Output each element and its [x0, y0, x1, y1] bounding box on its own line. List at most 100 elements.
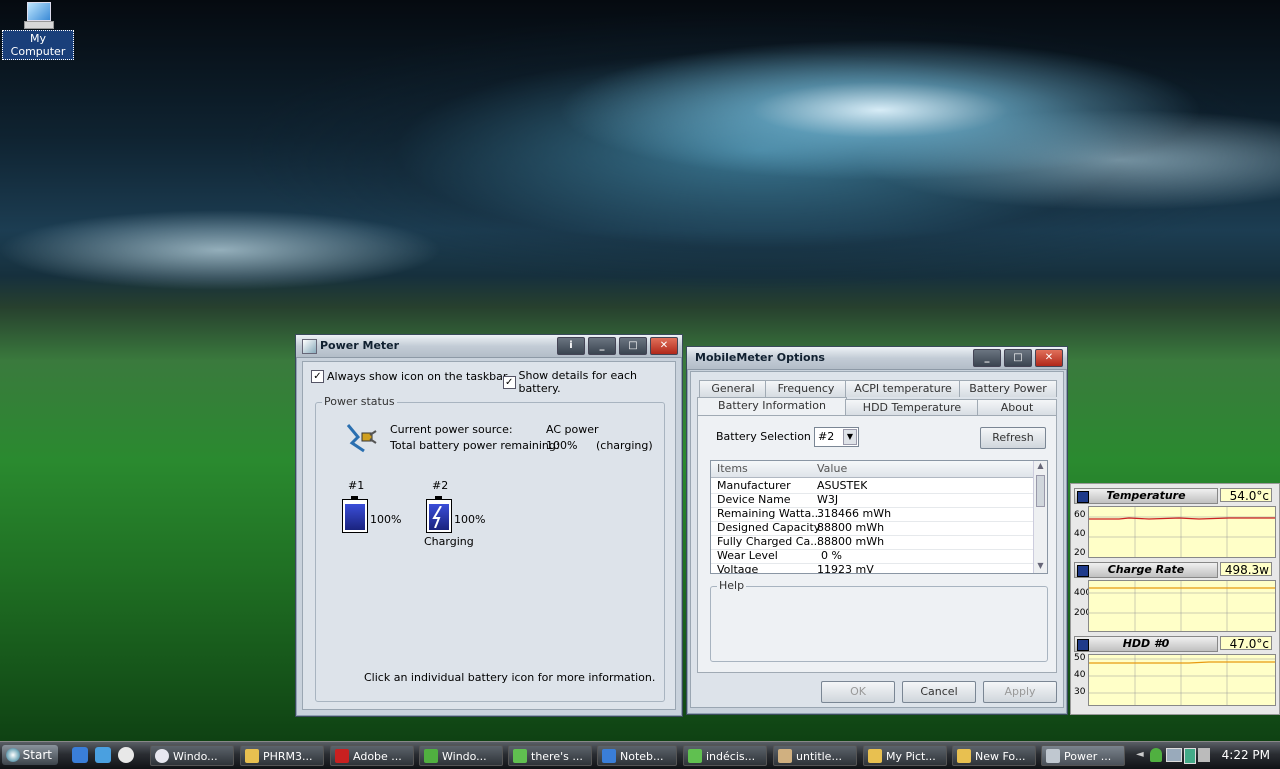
maximize-button[interactable]: □: [1004, 349, 1032, 367]
current-source-label: Current power source:: [390, 423, 513, 436]
help-group: Help: [710, 579, 1048, 662]
temperature-graph: [1088, 506, 1276, 558]
start-label: Start: [22, 748, 52, 762]
clock[interactable]: 4:22 PM: [1222, 748, 1270, 762]
battery-selection-dropdown[interactable]: #2 ▼: [814, 427, 859, 447]
folder-icon: [957, 749, 971, 763]
taskbar-button-new-folder[interactable]: New Fo...: [952, 745, 1036, 766]
my-computer-desktop-icon[interactable]: My Computer: [2, 2, 74, 60]
tab-general[interactable]: General: [699, 380, 767, 397]
tab-acpi-temperature[interactable]: ACPI temperature: [845, 380, 961, 397]
checkbox-check-icon: ✓: [503, 375, 516, 389]
tab-about[interactable]: About: [977, 399, 1057, 416]
show-details-checkbox[interactable]: ✓ Show details for each battery.: [503, 369, 675, 395]
axis-tick: 30: [1074, 687, 1086, 697]
row-value: 88800 mWh: [817, 535, 885, 548]
ok-button[interactable]: OK: [821, 681, 895, 703]
task-label: Noteb...: [620, 750, 664, 763]
section-name: HDD #0: [1122, 637, 1170, 650]
taskbar-button-my-pictures[interactable]: My Pict...: [863, 745, 947, 766]
computer-icon: [23, 2, 54, 29]
apply-button[interactable]: Apply: [983, 681, 1057, 703]
row-item: Designed Capacity: [717, 521, 821, 534]
battery-tray-icon[interactable]: [1184, 748, 1196, 764]
task-label: Adobe ...: [353, 750, 402, 763]
refresh-button[interactable]: Refresh: [980, 427, 1046, 449]
temperature-label: Temperature: [1074, 488, 1218, 504]
tray-expand-icon[interactable]: ◄: [1136, 749, 1144, 760]
scroll-up-icon[interactable]: ▲: [1034, 461, 1047, 473]
row-value: W3J: [817, 493, 839, 506]
table-row[interactable]: Manufacturer ASUSTEK: [711, 479, 1033, 494]
maximize-button[interactable]: □: [619, 337, 647, 355]
cancel-button[interactable]: Cancel: [902, 681, 976, 703]
taskbar-button-indecis[interactable]: indécis...: [683, 745, 767, 766]
network-icon[interactable]: [1150, 748, 1162, 762]
charge-rate-graph: [1088, 580, 1276, 632]
table-row[interactable]: Remaining Watta... 318466 mWh: [711, 507, 1033, 522]
ie-quicklaunch-icon[interactable]: [72, 747, 88, 763]
task-label: indécis...: [706, 750, 756, 763]
table-row[interactable]: Device Name W3J: [711, 493, 1033, 508]
scroll-thumb[interactable]: [1036, 475, 1045, 507]
taskbar-button-windows-live[interactable]: Windo...: [419, 745, 503, 766]
start-button[interactable]: Start: [2, 745, 58, 765]
show-desktop-icon[interactable]: [95, 747, 111, 763]
temperature-icon: [1077, 491, 1089, 503]
tab-battery-information[interactable]: Battery Information: [697, 397, 847, 416]
media-icon: [155, 749, 169, 763]
column-header-items[interactable]: Items: [717, 462, 748, 475]
taskbar-button-windows-media[interactable]: Windo...: [150, 745, 234, 766]
table-row[interactable]: Voltage 11923 mV: [711, 563, 1033, 574]
media-player-icon[interactable]: [118, 747, 134, 763]
chevron-down-icon: ▼: [843, 429, 857, 445]
footer-hint: Click an individual battery icon for mor…: [364, 671, 656, 684]
display-icon[interactable]: [1166, 748, 1182, 762]
hdd-graph: [1088, 654, 1276, 706]
minimize-button[interactable]: _: [588, 337, 616, 355]
always-show-icon-checkbox[interactable]: ✓ Always show icon on the taskbar.: [311, 370, 510, 383]
column-header-value[interactable]: Value: [817, 462, 847, 475]
battery-information-panel: Battery Selection #2 ▼ Refresh Items Val…: [697, 415, 1057, 673]
scroll-down-icon[interactable]: ▼: [1034, 561, 1047, 573]
taskbar-button-untitled[interactable]: untitle...: [773, 745, 857, 766]
help-label: Help: [717, 579, 747, 592]
info-button[interactable]: i: [557, 337, 585, 355]
listview-scrollbar[interactable]: ▲ ▼: [1033, 461, 1047, 573]
power-status-group: Power status Current power source: AC po…: [315, 395, 665, 702]
taskbar-button-notebook[interactable]: Noteb...: [597, 745, 677, 766]
table-row[interactable]: Fully Charged Ca... 88800 mWh: [711, 535, 1033, 550]
taskbar-button-adobe[interactable]: Adobe ...: [330, 745, 414, 766]
battery-info-listview[interactable]: Items Value Manufacturer ASUSTEK Device N…: [710, 460, 1048, 574]
minimize-button[interactable]: _: [973, 349, 1001, 367]
mobilemeter-titlebar[interactable]: MobileMeter Options _ □ ✕: [687, 347, 1067, 370]
row-item: Remaining Watta...: [717, 507, 822, 520]
power-meter-app-icon: [302, 339, 317, 354]
axis-tick: 20: [1074, 548, 1086, 558]
close-button[interactable]: ✕: [1035, 349, 1063, 367]
messenger-icon: [424, 749, 438, 763]
power-meter-titlebar[interactable]: Power Meter i _ □ ✕: [296, 335, 682, 358]
tab-battery-power[interactable]: Battery Power: [959, 380, 1057, 397]
row-value: 11923 mV: [817, 563, 874, 574]
taskbar-button-theres[interactable]: there's ...: [508, 745, 592, 766]
tab-frequency[interactable]: Frequency: [765, 380, 847, 397]
battery1-label: #1: [348, 479, 365, 492]
pictures-icon: [868, 749, 882, 763]
table-row[interactable]: Wear Level 0 %: [711, 549, 1033, 564]
close-button[interactable]: ✕: [650, 337, 678, 355]
battery1-icon[interactable]: [342, 496, 368, 533]
checkbox-check-icon: ✓: [311, 370, 324, 383]
volume-icon[interactable]: [1198, 748, 1210, 762]
row-value: 0 %: [821, 549, 842, 562]
taskbar-button-phrm3[interactable]: PHRM3...: [240, 745, 324, 766]
windows-orb-icon: [6, 748, 20, 762]
table-row[interactable]: Designed Capacity 88800 mWh: [711, 521, 1033, 536]
total-remaining-label: Total battery power remaining:: [390, 439, 560, 452]
taskbar-button-power[interactable]: Power ...: [1041, 745, 1125, 766]
tab-hdd-temperature[interactable]: HDD Temperature: [845, 399, 979, 416]
messenger-icon: [513, 749, 527, 763]
row-value: 88800 mWh: [817, 521, 885, 534]
battery2-icon[interactable]: [426, 496, 452, 533]
power-meter-icon: [1046, 749, 1060, 763]
